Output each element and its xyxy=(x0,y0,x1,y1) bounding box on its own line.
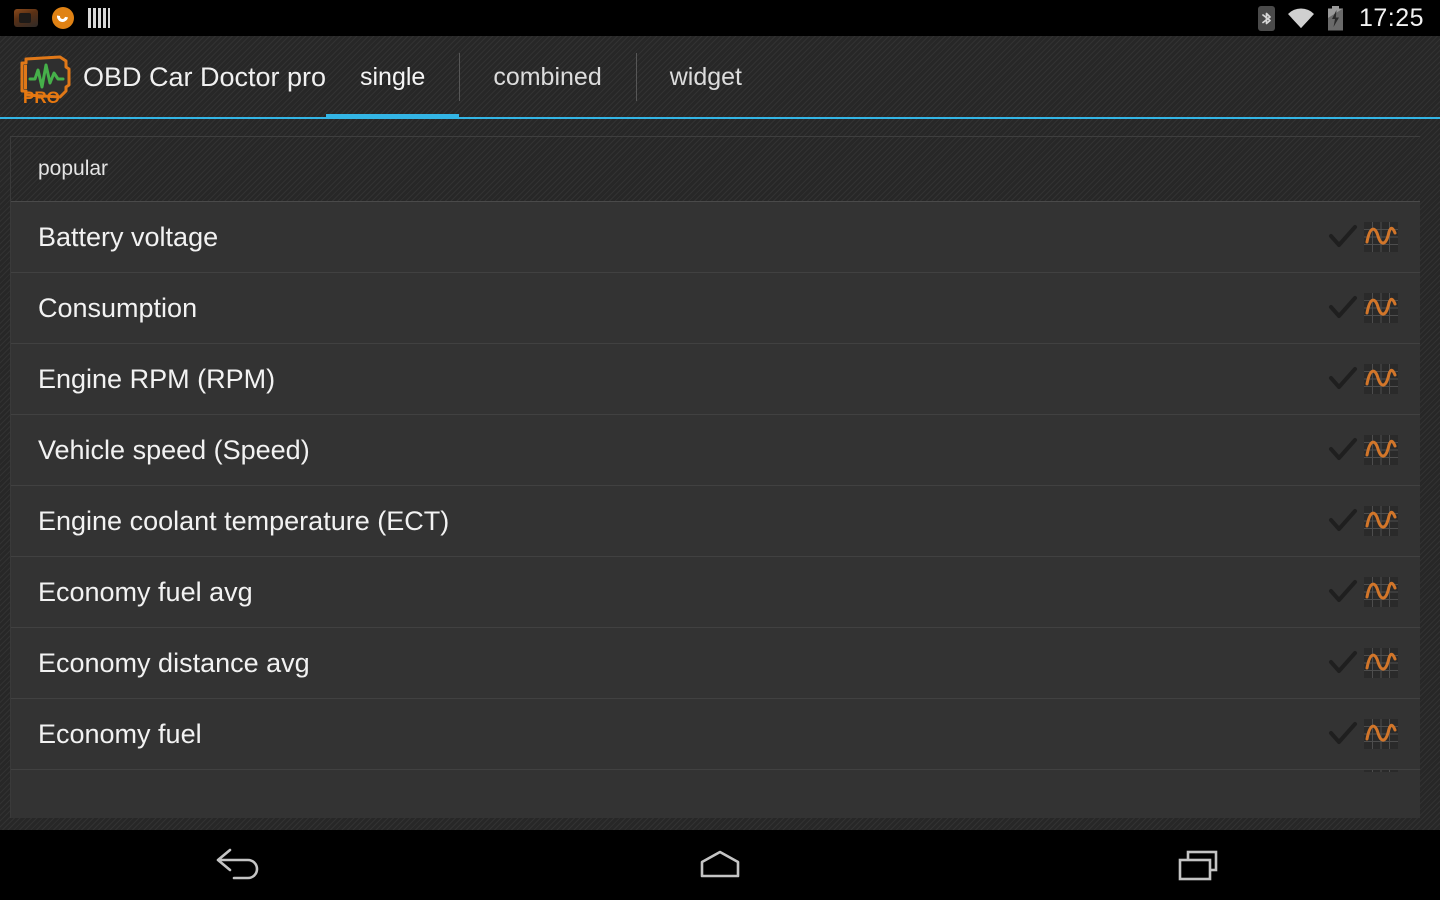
equalizer-bars-icon xyxy=(88,8,110,28)
list-item-label: Engine coolant temperature (ECT) xyxy=(38,505,450,536)
list-item-label: Engine RPM (RPM) xyxy=(38,363,276,394)
list-item-label: Economy distance avg xyxy=(38,647,310,678)
table-row-clipped[interactable]: .. xyxy=(11,770,1420,796)
recents-button[interactable] xyxy=(960,830,1440,900)
android-screen: 17:25 PRO OBD Car Doctor pro single comb… xyxy=(0,0,1440,900)
status-bar: 17:25 xyxy=(0,0,1440,36)
check-icon[interactable] xyxy=(1328,579,1358,605)
check-icon[interactable] xyxy=(1328,366,1358,392)
section-header-label: popular xyxy=(38,157,109,180)
table-row[interactable]: Consumption xyxy=(11,273,1420,344)
check-icon[interactable] xyxy=(1328,224,1358,250)
content-area: popular Battery voltage Consumption Engi… xyxy=(0,119,1440,830)
check-icon[interactable] xyxy=(1328,437,1358,463)
tab-widget-label: widget xyxy=(669,62,742,91)
check-icon[interactable] xyxy=(1328,295,1358,321)
chart-waveform-icon[interactable] xyxy=(1364,364,1398,394)
chart-waveform-icon[interactable] xyxy=(1364,648,1398,678)
table-row[interactable]: Engine coolant temperature (ECT) xyxy=(11,486,1420,557)
table-row[interactable]: Battery voltage xyxy=(11,202,1420,273)
chart-waveform-icon[interactable] xyxy=(1364,770,1398,772)
home-icon xyxy=(692,848,748,882)
list-item-label: .. xyxy=(171,770,186,777)
row-icons xyxy=(1328,577,1398,607)
navigation-bar xyxy=(0,830,1440,900)
tab-combined[interactable]: combined xyxy=(459,36,635,119)
wifi-icon xyxy=(1286,7,1316,30)
back-icon xyxy=(214,848,266,882)
row-icons xyxy=(1328,648,1398,678)
status-indicators: 17:25 xyxy=(1257,3,1424,33)
battery-charging-icon xyxy=(1327,5,1344,31)
section-header-popular: popular xyxy=(11,137,1420,202)
row-icons xyxy=(1328,770,1398,772)
table-row[interactable]: Vehicle speed (Speed) xyxy=(11,415,1420,486)
chart-waveform-icon[interactable] xyxy=(1364,222,1398,252)
chart-waveform-icon[interactable] xyxy=(1364,577,1398,607)
chart-waveform-icon[interactable] xyxy=(1364,293,1398,323)
sync-icon xyxy=(52,7,74,29)
check-icon[interactable] xyxy=(1328,650,1358,676)
list-item-label: Consumption xyxy=(38,292,198,323)
chart-waveform-icon[interactable] xyxy=(1364,506,1398,536)
list-item-label: Economy fuel avg xyxy=(38,576,253,607)
row-icons xyxy=(1328,719,1398,749)
list-item-label: Battery voltage xyxy=(38,221,219,252)
tab-combined-label: combined xyxy=(493,62,602,91)
check-icon[interactable] xyxy=(1328,721,1358,747)
svg-text:PRO: PRO xyxy=(23,88,60,105)
sensor-list-card: popular Battery voltage Consumption Engi… xyxy=(10,136,1420,818)
row-icons xyxy=(1328,222,1398,252)
chart-waveform-icon[interactable] xyxy=(1364,435,1398,465)
tab-single[interactable]: single xyxy=(326,36,460,120)
row-icons xyxy=(1328,364,1398,394)
notification-icons xyxy=(14,7,110,29)
table-row[interactable]: Economy fuel xyxy=(11,699,1420,770)
row-icons xyxy=(1328,293,1398,323)
bluetooth-icon xyxy=(1257,5,1275,31)
tab-widget[interactable]: widget xyxy=(635,36,776,119)
list-item-label: Vehicle speed (Speed) xyxy=(38,434,310,465)
chart-waveform-icon[interactable] xyxy=(1364,719,1398,749)
check-icon[interactable] xyxy=(1328,508,1358,534)
table-row[interactable]: Engine RPM (RPM) xyxy=(11,344,1420,415)
table-row[interactable]: Economy fuel avg xyxy=(11,557,1420,628)
list-item-label: Economy fuel xyxy=(38,718,202,749)
tab-single-label: single xyxy=(360,62,426,91)
camera-icon xyxy=(14,9,38,27)
app-title: OBD Car Doctor pro xyxy=(83,61,327,92)
home-button[interactable] xyxy=(480,830,960,900)
obd-connector-logo-icon: PRO xyxy=(14,49,74,105)
row-icons xyxy=(1328,506,1398,536)
app-brand: PRO OBD Car Doctor pro xyxy=(14,49,326,105)
action-bar: PRO OBD Car Doctor pro single combined w… xyxy=(0,36,1440,120)
recents-icon xyxy=(1174,847,1226,883)
tab-bar: single combined widget xyxy=(326,36,776,120)
status-clock: 17:25 xyxy=(1358,3,1424,32)
row-icons xyxy=(1328,435,1398,465)
back-button[interactable] xyxy=(0,830,480,900)
table-row[interactable]: Economy distance avg xyxy=(11,628,1420,699)
